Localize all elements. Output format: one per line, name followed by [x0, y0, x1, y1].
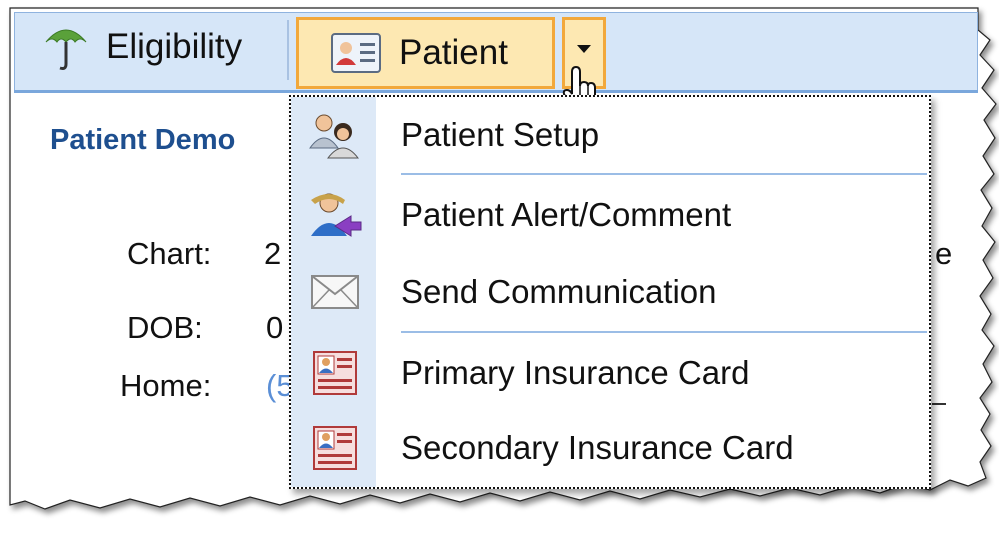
home-phone-label: Home:	[120, 368, 212, 403]
menu-item-secondary-insurance-card[interactable]: Secondary Insurance Card	[291, 413, 929, 483]
patient-alert-icon	[307, 187, 363, 243]
toolbar-separator	[287, 20, 289, 80]
menu-item-label: Patient Setup	[401, 116, 600, 153]
menu-item-send-communication[interactable]: Send Communication	[291, 257, 929, 327]
patient-button[interactable]: Patient	[296, 17, 555, 89]
eligibility-button[interactable]: Eligibility	[44, 17, 274, 77]
chart-label: Chart:	[127, 236, 212, 271]
truncated-text: e	[935, 236, 953, 271]
truncated-divider	[932, 403, 946, 405]
menu-item-label: Send Communication	[401, 273, 717, 310]
menu-item-label: Primary Insurance Card	[401, 354, 750, 391]
menu-item-patient-alert[interactable]: Patient Alert/Comment	[291, 180, 929, 250]
section-title: Patient Demo	[50, 124, 236, 156]
menu-item-label: Secondary Insurance Card	[401, 429, 794, 466]
umbrella-icon	[44, 22, 88, 72]
menu-item-patient-setup[interactable]: Patient Setup	[291, 100, 929, 170]
envelope-icon	[307, 264, 363, 320]
eligibility-label: Eligibility	[106, 27, 243, 66]
menu-separator	[401, 173, 927, 175]
insurance-card-icon	[307, 420, 363, 476]
patient-dropdown-menu: Patient Setup Patient Alert/Comment Send…	[289, 95, 931, 489]
menu-item-label: Patient Alert/Comment	[401, 196, 732, 233]
caret-down-icon	[577, 45, 591, 53]
patient-setup-icon	[307, 107, 363, 163]
patient-card-icon	[331, 33, 381, 73]
dob-value: 0	[266, 310, 284, 345]
insurance-card-icon	[307, 345, 363, 401]
menu-item-primary-insurance-card[interactable]: Primary Insurance Card	[291, 338, 929, 408]
menu-separator	[401, 331, 927, 333]
chart-value: 2	[264, 236, 282, 271]
patient-label: Patient	[399, 33, 508, 72]
toolbar-divider	[14, 90, 978, 93]
dob-label: DOB:	[127, 310, 203, 345]
